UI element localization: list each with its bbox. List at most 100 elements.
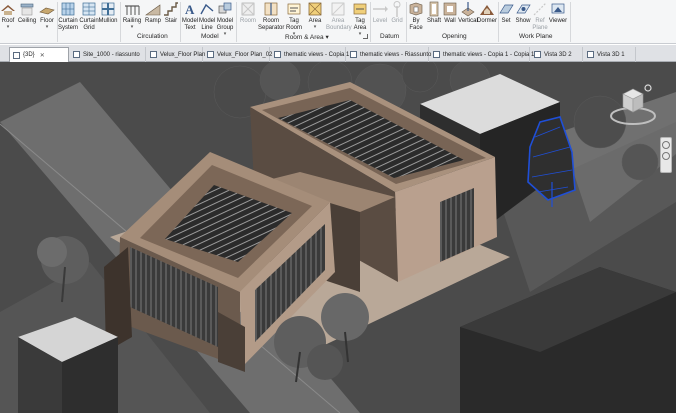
level-icon [373,6,388,12]
plan-view-icon [73,51,80,58]
tab-vista-3d-1[interactable]: Vista 3D 1 [584,47,636,62]
chevron-down-icon: ▾ [313,24,317,30]
floor-button[interactable]: Floor ▾ [38,1,56,30]
tab-velux-floor-plan-02[interactable]: Velux_Floor Plan_02 [204,47,273,62]
svg-text:A: A [185,2,195,17]
model-line-label: Model Line [199,18,216,31]
by-face-icon [409,2,423,16]
room-area-launcher-icon[interactable] [363,34,368,39]
ramp-label: Ramp [144,18,161,24]
tab-3d[interactable]: {3D} ✕ [9,47,69,62]
tab-thematic-views-riassunto[interactable]: thematic views - Riassunto [347,47,431,62]
viewer-label: Viewer [548,18,568,24]
tab-label: Vista 3D 2 [544,51,572,58]
panel-separator [236,2,237,42]
ref-plane-label: Ref Plane [532,18,548,31]
room-icon [241,2,255,16]
navigation-bar[interactable] [660,137,672,173]
3d-view-icon [350,51,357,58]
panel-title-room-area[interactable]: Room & Area ▾ [285,33,329,41]
tab-thematic-views-copia-1-copia-1[interactable]: thematic views - Copia 1 - Copia 1... [430,47,539,62]
stair-label: Stair [164,18,178,24]
area-icon [308,2,322,16]
close-icon[interactable]: ✕ [40,52,45,59]
grid-label: Grid [391,18,403,24]
level-button[interactable]: Level [371,1,389,25]
show-button[interactable]: Show [514,1,532,25]
shaft-button[interactable]: Shaft [425,1,443,25]
view-tab-bar: {3D} ✕ Site_1000 - riassunto Velux_Floor… [0,45,676,62]
by-face-button[interactable]: By Face [407,1,425,32]
panel-title-opening: Opening [442,33,467,40]
viewer-button[interactable]: Viewer [548,1,568,25]
curtain-grid-button[interactable]: Curtain Grid [79,1,99,32]
ceiling-icon [20,3,34,16]
ref-plane-button[interactable]: Ref Plane [532,1,548,32]
ramp-button[interactable]: Ramp [144,1,162,25]
curtain-system-button[interactable]: Curtain System [57,1,79,32]
show-icon [516,4,531,14]
vertical-opening-label: Vertical [458,18,478,24]
set-button[interactable]: Set [499,1,514,25]
mullion-label: Mullion [98,18,118,24]
tab-thematic-views-copia-1[interactable]: thematic views - Copia 1 [271,47,349,62]
3d-view-icon [587,51,594,58]
vertical-opening-button[interactable]: Vertical [458,1,478,25]
dormer-icon [480,5,494,15]
grid-icon [393,1,401,17]
model-line-button[interactable]: Model Line [199,1,215,32]
room-button[interactable]: Room [238,1,258,25]
tag-area-label: Tag Area [353,18,367,31]
ceiling-label: Ceiling [17,18,37,24]
set-label: Set [501,18,511,24]
floor-icon [39,7,55,15]
tag-room-button[interactable]: Tag Room ▾ [285,1,303,37]
tab-label: Velux_Floor Plan [160,51,206,58]
wall-opening-icon [443,2,457,16]
curtain-grid-icon [82,2,96,16]
panel-title-model: Model [201,33,219,40]
railing-button[interactable]: Railing ▾ [122,1,142,30]
curtain-system-label: Curtain System [57,18,78,31]
model-text-icon: A [185,2,195,17]
wall-opening-label: Wall [444,18,456,24]
stair-button[interactable]: Stair [162,1,180,25]
tab-label: Vista 3D 1 [597,51,625,58]
ceiling-button[interactable]: Ceiling [16,1,38,25]
mullion-button[interactable]: Mullion [98,1,118,25]
chevron-down-icon: ▾ [130,24,134,30]
area-button[interactable]: Area ▾ [305,1,325,30]
tab-site-1000-riassunto[interactable]: Site_1000 - riassunto [70,47,146,62]
3d-viewport[interactable] [0,62,676,413]
chevron-down-icon: ▾ [6,24,10,30]
room-separator-button[interactable]: Room Separator [258,1,284,32]
zoom-icon[interactable] [662,152,670,160]
model-group-button[interactable]: Model Group ▾ [215,1,235,37]
tab-label: Site_1000 - riassunto [83,51,140,58]
selected-tree-element[interactable] [526,112,580,207]
tag-area-button[interactable]: Tag Area ▾ [351,1,369,37]
tab-vista-3d-2[interactable]: Vista 3D 2 [531,47,583,62]
dormer-button[interactable]: Dormer [477,1,497,25]
chevron-down-icon: ▾ [45,24,49,30]
wall-opening-button[interactable]: Wall [442,1,458,25]
area-boundary-button[interactable]: Area Boundary [326,1,352,32]
by-face-label: By Face [409,18,423,31]
tab-label: Velux_Floor Plan_02 [217,51,273,58]
revit-window: Roof ▾ Ceiling Floor ▾ Curtain System Cu… [0,0,676,413]
steering-wheel-icon[interactable] [662,141,670,149]
show-label: Show [515,18,531,24]
viewer-icon [551,3,565,14]
plan-view-icon [150,51,157,58]
dormer-label: Dormer [477,18,498,24]
room-separator-label: Room Separator [258,18,285,31]
model-group-label: Model Group [216,18,234,31]
level-label: Level [372,18,388,24]
tab-velux-floor-plan[interactable]: Velux_Floor Plan [147,47,206,62]
viewcube-icon[interactable] [608,82,658,128]
chevron-down-icon: ▾ [223,31,227,37]
grid-button[interactable]: Grid [389,1,405,25]
model-text-button[interactable]: A Model Text [181,1,199,32]
stair-icon [164,2,178,16]
room-separator-icon [264,2,278,16]
